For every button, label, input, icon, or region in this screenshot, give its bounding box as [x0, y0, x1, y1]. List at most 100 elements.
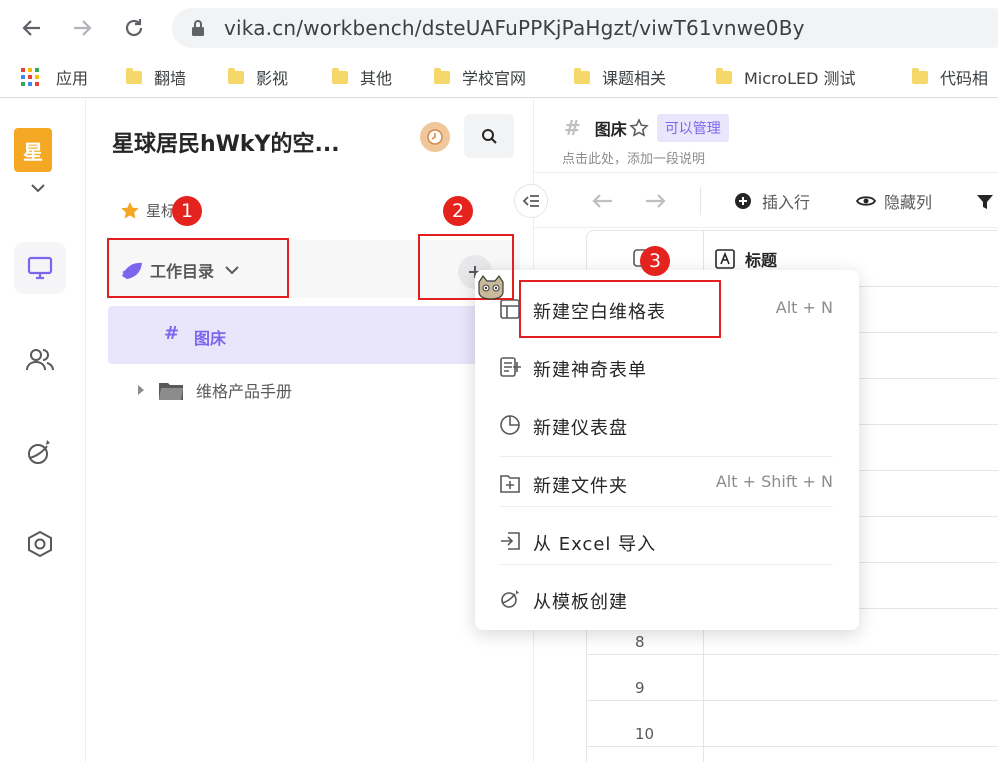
add-folder-icon: [500, 475, 520, 493]
menu-item-label: 新建神奇表单: [533, 360, 647, 381]
folder-icon: [332, 67, 348, 84]
bookmark-label: 应用: [56, 69, 89, 88]
pie-chart-icon: [500, 415, 520, 435]
sheet-title[interactable]: 图床: [595, 116, 627, 140]
address-bar[interactable]: vika.cn/workbench/dsteUAFuPPKjPaHgzt/viw…: [172, 8, 998, 48]
bookmark-folder[interactable]: MicroLED 测试: [716, 64, 856, 90]
search-button[interactable]: [464, 114, 514, 158]
planet-rocket-icon: [28, 440, 50, 464]
reload-button[interactable]: [120, 14, 148, 42]
folder-icon: [716, 67, 732, 84]
hide-column-label: 隐藏列: [884, 193, 933, 212]
menu-item-label: 新建文件夹: [533, 476, 628, 497]
star-outline-icon[interactable]: [629, 118, 649, 138]
bookmark-label: 课题相关: [602, 69, 667, 88]
insert-row-label: 插入行: [762, 193, 811, 212]
bookmarks-bar: 应用 翻墙 影视 其他 学校官网 课题相关 MicroLED 测试 代码相: [0, 56, 998, 98]
bookmark-folder[interactable]: 课题相关: [574, 64, 666, 90]
step-badge-2: 2: [443, 196, 473, 226]
node-label: 图床: [194, 329, 227, 348]
step-badge-3: 3: [640, 246, 670, 276]
toolbar-divider: [700, 187, 701, 215]
menu-item-label: 从模板创建: [533, 592, 628, 613]
column-title-label: 标题: [745, 251, 778, 270]
browser-toolbar: vika.cn/workbench/dsteUAFuPPKjPaHgzt/viw…: [0, 0, 998, 56]
table-row[interactable]: 10: [587, 701, 998, 747]
view-toolbar: 插入行 隐藏列: [534, 172, 998, 228]
column-header-title[interactable]: 标题: [715, 247, 777, 271]
apps-grid-icon: [21, 68, 39, 86]
back-button[interactable]: [18, 14, 46, 42]
table-row[interactable]: 9: [587, 655, 998, 701]
bookmark-label: 学校官网: [462, 69, 527, 88]
bookmark-label: 代码相: [940, 69, 989, 88]
folder-icon: [912, 67, 928, 84]
eye-icon: [856, 196, 876, 206]
menu-item-label: 从 Excel 导入: [533, 534, 657, 555]
nav-workbench[interactable]: [14, 242, 66, 294]
collapse-left-icon: [522, 195, 539, 207]
hexagon-settings-icon: [28, 530, 52, 558]
star-icon: [121, 201, 139, 218]
permission-tag: 可以管理: [656, 114, 729, 142]
node-label: 维格产品手册: [196, 382, 293, 401]
space-avatar[interactable]: 星: [14, 128, 52, 172]
bookmark-label: MicroLED 测试: [744, 69, 856, 88]
template-planet-icon: [501, 590, 519, 608]
redo-icon[interactable]: [644, 193, 666, 209]
menu-item-from-template[interactable]: 从模板创建: [475, 570, 859, 626]
menu-item-new-folder[interactable]: 新建文件夹 Alt + Shift + N: [475, 454, 859, 510]
bookmark-folder[interactable]: 影视: [228, 64, 288, 90]
menu-item-new-form[interactable]: 新建神奇表单: [475, 338, 859, 394]
undo-icon[interactable]: [592, 193, 614, 209]
menu-item-import-excel[interactable]: 从 Excel 导入: [475, 512, 859, 568]
space-name[interactable]: 星球居民hWkY的空...: [112, 126, 340, 158]
reload-icon: [125, 19, 143, 37]
bookmark-folder[interactable]: 学校官网: [434, 64, 526, 90]
folder-icon: [126, 67, 142, 84]
nav-templates[interactable]: [14, 426, 66, 478]
sheet-header: # 图床 可以管理: [564, 114, 729, 142]
bookmark-folder[interactable]: 其他: [332, 64, 392, 90]
hash-icon: #: [164, 323, 180, 344]
row-number: 10: [635, 725, 655, 743]
hide-column-button[interactable]: 隐藏列: [856, 189, 932, 213]
sheet-description[interactable]: 点击此处，添加一段说明: [562, 148, 705, 167]
tree-node-folder[interactable]: 维格产品手册: [136, 378, 292, 402]
menu-item-new-dashboard[interactable]: 新建仪表盘: [475, 396, 859, 452]
menu-separator: [499, 564, 833, 565]
lock-icon: [192, 20, 204, 36]
plus-circle-icon: [735, 193, 751, 209]
nav-members[interactable]: [14, 334, 66, 386]
add-datasheet-icon: [500, 299, 520, 319]
folder-icon: [159, 383, 183, 400]
caret-right-icon: [138, 385, 144, 395]
clock-icon[interactable]: [420, 122, 450, 152]
hash-icon: #: [564, 116, 581, 140]
highlight-box-workdir: [107, 238, 289, 298]
tree-node-datasheet[interactable]: # 图床: [108, 306, 520, 364]
row-number: 8: [635, 633, 645, 651]
nav-settings[interactable]: [14, 518, 66, 570]
monitor-icon: [27, 256, 53, 280]
bookmark-folder[interactable]: 翻墙: [126, 64, 186, 90]
highlight-box-new-datasheet: [519, 280, 721, 338]
bookmark-label: 影视: [256, 69, 289, 88]
text-field-icon: [715, 249, 735, 269]
collapse-sidebar-button[interactable]: [514, 184, 548, 218]
forward-button[interactable]: [68, 14, 96, 42]
insert-row-button[interactable]: 插入行: [734, 189, 810, 213]
filter-icon[interactable]: [976, 193, 994, 211]
cat-cursor-icon: [478, 274, 504, 300]
menu-item-label: 新建仪表盘: [533, 418, 628, 439]
chevron-down-icon[interactable]: [30, 182, 46, 194]
row-number: 9: [635, 679, 645, 697]
bookmark-label: 翻墙: [154, 69, 187, 88]
catalog-panel: 星球居民hWkY的空... 星标 工作目录 # 图床 维格产品手册: [86, 98, 534, 762]
menu-item-shortcut: Alt + Shift + N: [715, 472, 833, 491]
bookmark-folder[interactable]: 代码相: [912, 64, 988, 90]
bookmark-apps[interactable]: 应用: [20, 64, 88, 90]
url-text: vika.cn/workbench/dsteUAFuPPKjPaHgzt/viw…: [224, 16, 805, 40]
search-icon: [482, 129, 497, 144]
bookmark-label: 其他: [360, 69, 393, 88]
